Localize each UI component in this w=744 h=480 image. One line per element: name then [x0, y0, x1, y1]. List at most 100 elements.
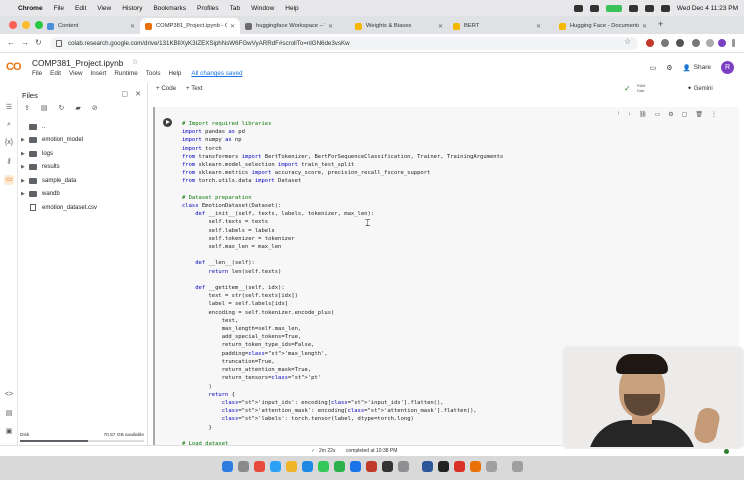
code-line[interactable]: def __init__(self, texts, labels, tokeni…: [182, 210, 503, 218]
wifi-icon[interactable]: [628, 4, 638, 12]
finder-icon[interactable]: [222, 461, 233, 472]
close-tab-icon[interactable]: ✕: [536, 23, 541, 30]
save-status[interactable]: All changes saved: [191, 70, 242, 77]
expand-caret-icon[interactable]: ▶: [21, 137, 29, 143]
trash-icon[interactable]: [512, 461, 523, 472]
code-line[interactable]: [182, 432, 503, 440]
facetime-icon[interactable]: [334, 461, 345, 472]
extension-icon[interactable]: [646, 39, 654, 47]
notes-icon[interactable]: [286, 461, 297, 472]
acrobat-icon[interactable]: [454, 461, 465, 472]
app-icon[interactable]: [366, 461, 377, 472]
settings-gear-icon[interactable]: ⚙: [666, 64, 672, 72]
tab-bert[interactable]: BERT ✕: [448, 18, 546, 34]
extension-icon[interactable]: [661, 39, 669, 47]
menu-file[interactable]: File: [54, 5, 64, 12]
status-elapsed[interactable]: 2m 22s: [319, 448, 335, 454]
word-icon[interactable]: [422, 461, 433, 472]
file-row-wandb[interactable]: ▶ wandb: [18, 187, 148, 200]
app-icon[interactable]: [350, 461, 361, 472]
code-line[interactable]: text = str(self.texts[idx]): [182, 292, 503, 300]
variables-icon[interactable]: {x}: [4, 139, 14, 149]
refresh-icon[interactable]: ↻: [59, 104, 65, 112]
colab-menu-file[interactable]: File: [32, 70, 42, 77]
colab-menu-runtime[interactable]: Runtime: [114, 70, 137, 77]
address-bar[interactable]: colab.research.google.com/drive/131KBlIX…: [50, 37, 638, 50]
code-line[interactable]: return len(self.texts): [182, 268, 503, 276]
record-icon[interactable]: [573, 4, 583, 12]
tab-huggingface-docs[interactable]: Hugging Face - Documentati ✕: [554, 18, 652, 34]
code-line[interactable]: [182, 186, 503, 194]
notebook-title[interactable]: COMP381_Project.ipynb: [32, 58, 123, 68]
code-line[interactable]: self.labels = labels: [182, 227, 503, 235]
menu-tab[interactable]: Tab: [230, 5, 240, 12]
expand-caret-icon[interactable]: ▶: [21, 178, 29, 184]
colab-menu-edit[interactable]: Edit: [50, 70, 61, 77]
share-button[interactable]: 👤 Share: [683, 64, 711, 72]
app-icon[interactable]: [438, 461, 449, 472]
code-line[interactable]: truncation=True,: [182, 358, 503, 366]
close-panel-icon[interactable]: ✕: [135, 90, 141, 98]
expand-caret-icon[interactable]: ▶: [21, 191, 29, 197]
code-line[interactable]: # Dataset preparation: [182, 194, 503, 202]
file-row-logs[interactable]: ▶ logs: [18, 147, 148, 160]
forward-icon[interactable]: →: [21, 38, 29, 47]
code-line[interactable]: return_attention_mask=True,: [182, 366, 503, 374]
expand-caret-icon[interactable]: ▶: [21, 151, 29, 157]
close-tab-icon[interactable]: ✕: [130, 23, 135, 30]
app-name[interactable]: Chrome: [18, 5, 43, 12]
code-line[interactable]: from sklearn.metrics import accuracy_sco…: [182, 169, 503, 177]
code-line[interactable]: label = self.labels[idx]: [182, 300, 503, 308]
new-tab-button[interactable]: +: [658, 19, 663, 29]
back-icon[interactable]: ←: [7, 38, 15, 47]
minimize-window-button[interactable]: [22, 21, 30, 29]
colab-menu-tools[interactable]: Tools: [146, 70, 161, 77]
menu-history[interactable]: History: [122, 5, 142, 12]
app-icon[interactable]: [470, 461, 481, 472]
code-line[interactable]: # Import required libraries: [182, 120, 503, 128]
code-line[interactable]: add_special_tokens=True,: [182, 333, 503, 341]
mount-drive-icon[interactable]: ▰: [75, 104, 80, 112]
file-row-sample-data[interactable]: ▶ sample_data: [18, 174, 148, 187]
camera-icon[interactable]: [589, 4, 599, 12]
menu-window[interactable]: Window: [251, 5, 274, 12]
close-tab-icon[interactable]: ✕: [328, 23, 333, 30]
delete-cell-icon[interactable]: 🗑: [695, 111, 703, 118]
code-line[interactable]: from torch.utils.data import Dataset: [182, 177, 503, 185]
move-down-icon[interactable]: ↓: [628, 111, 631, 118]
terminal-icon[interactable]: ▣: [4, 427, 14, 437]
site-info-icon[interactable]: [56, 40, 62, 47]
comment-icon[interactable]: ▭: [655, 111, 661, 118]
add-code-button[interactable]: + Code: [156, 85, 176, 92]
code-line[interactable]: class EmotionDataset(Dataset):: [182, 202, 503, 210]
hide-files-icon[interactable]: ⊘: [92, 104, 98, 112]
code-line[interactable]: class="st">'attention_mask': encoding[cl…: [182, 407, 503, 415]
battery-icon[interactable]: [605, 4, 622, 12]
comments-icon[interactable]: ▭: [650, 64, 657, 72]
add-text-button[interactable]: + Text: [186, 85, 203, 92]
file-row-results[interactable]: ▶ results: [18, 160, 148, 173]
app-icon[interactable]: [486, 461, 497, 472]
status-completed[interactable]: completed at 10:38 PM: [346, 448, 397, 454]
colab-menu-view[interactable]: View: [69, 70, 83, 77]
code-line[interactable]: return_token_type_ids=False,: [182, 341, 503, 349]
bookmark-star-icon[interactable]: ☆: [624, 37, 631, 46]
new-folder-icon[interactable]: ▤: [41, 104, 48, 112]
code-line[interactable]: import pandas as pd: [182, 128, 503, 136]
tab-huggingface-workspace[interactable]: huggingface Workspace – W ✕: [240, 18, 338, 34]
app-icon[interactable]: [302, 461, 313, 472]
code-line[interactable]: text,: [182, 317, 503, 325]
menu-help[interactable]: Help: [285, 5, 298, 12]
tab-weights-biases[interactable]: Weights & Biases ✕: [350, 18, 448, 34]
move-up-icon[interactable]: ↑: [617, 111, 620, 118]
close-tab-icon[interactable]: ✕: [438, 23, 443, 30]
clock[interactable]: Wed Dec 4 11:23 PM: [677, 5, 738, 12]
code-line[interactable]: return_tensors=class="st">'pt': [182, 374, 503, 382]
code-line[interactable]: return {: [182, 391, 503, 399]
menu-profiles[interactable]: Profiles: [197, 5, 219, 12]
extensions-puzzle-icon[interactable]: [692, 39, 700, 47]
code-line[interactable]: ): [182, 383, 503, 391]
code-line[interactable]: encoding = self.tokenizer.encode_plus(: [182, 309, 503, 317]
code-line[interactable]: [182, 276, 503, 284]
code-line[interactable]: [182, 251, 503, 259]
